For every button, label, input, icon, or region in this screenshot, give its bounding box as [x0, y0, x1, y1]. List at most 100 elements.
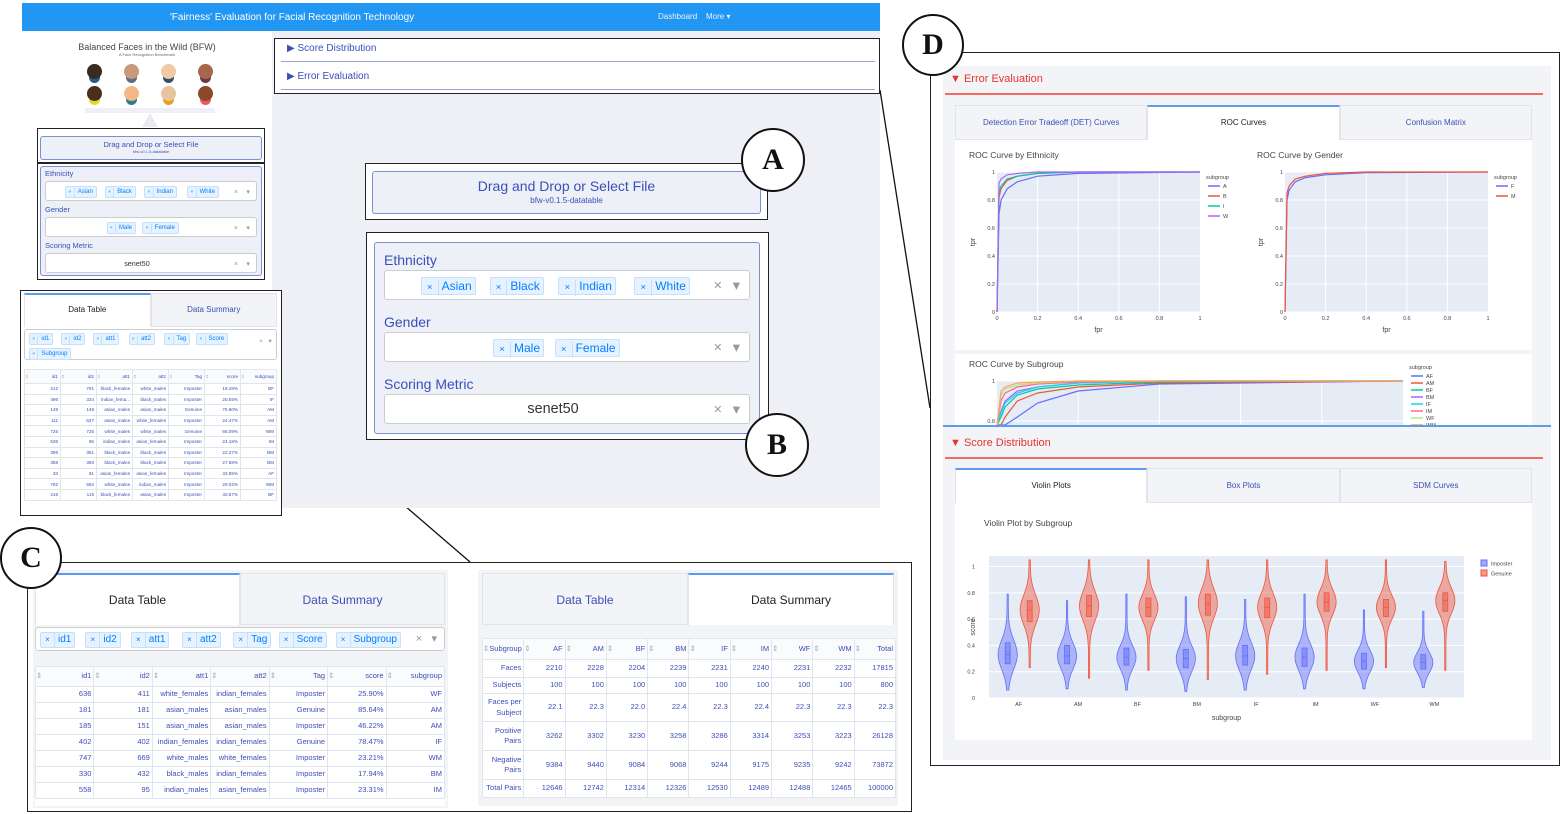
column-header-att2[interactable]: ⇕ att2 — [132, 369, 169, 384]
remove-chip-icon[interactable]: × — [145, 187, 154, 198]
remove-chip-icon[interactable]: × — [491, 280, 508, 296]
sort-icon[interactable]: ⇕ — [607, 644, 613, 653]
chevron-down-icon[interactable]: ▾ — [733, 278, 740, 293]
column-header-subgroup[interactable]: ⇕ subgroup — [240, 369, 277, 384]
column-header-wf[interactable]: ⇕ WF — [771, 638, 814, 660]
tab-confusion-matrix[interactable]: Confusion Matrix — [1339, 105, 1532, 140]
columns-multiselect-small[interactable]: × id1 × id2 × att1 × att2 × Tag × Score × Subgroup × ▾ — [24, 329, 277, 360]
sort-icon[interactable]: ⇕ — [169, 374, 173, 379]
legend-label[interactable]: IM — [1426, 409, 1433, 415]
column-header-score[interactable]: ⇕ score — [327, 666, 387, 687]
chevron-down-icon[interactable]: ▾ — [269, 338, 272, 346]
column-header-if[interactable]: ⇕ IF — [688, 638, 731, 660]
legend-label[interactable]: M — [1511, 194, 1516, 200]
legend-label[interactable]: I — [1223, 204, 1225, 210]
tab-box-plots[interactable]: Box Plots — [1147, 468, 1340, 503]
remove-chip-icon[interactable]: × — [183, 633, 197, 647]
remove-chip-icon[interactable]: × — [86, 633, 101, 647]
column-header-subgroup[interactable]: ⇕ subgroup — [385, 666, 446, 687]
upload-dropzone-large[interactable]: Drag and Drop or Select File bfw-v0.1.5-… — [372, 171, 761, 214]
section-score-distribution[interactable]: ▶ Score Distribution — [287, 43, 376, 54]
filter-select-gender[interactable]: × Male × Female × ▾ — [45, 216, 257, 237]
filter-select-ethnicity[interactable]: × Asian × Black × Indian × White × ▾ — [384, 270, 750, 300]
chevron-down-icon[interactable]: ▾ — [431, 634, 437, 645]
column-header-tag[interactable]: ⇕ Tag — [268, 666, 329, 687]
remove-chip-icon[interactable]: × — [165, 335, 174, 345]
remove-chip-icon[interactable]: × — [559, 280, 577, 296]
chevron-down-icon[interactable]: ▾ — [733, 340, 740, 355]
legend-label[interactable]: Genuine — [1491, 572, 1512, 578]
sort-icon[interactable]: ⇕ — [566, 644, 572, 653]
filter-select-ethnicity[interactable]: × Asian × Black × Indian × White × ▾ — [45, 180, 257, 201]
sort-icon[interactable]: ⇕ — [772, 644, 778, 653]
remove-chip-icon[interactable]: × — [41, 633, 55, 647]
column-header-att1[interactable]: ⇕ att1 — [151, 666, 212, 687]
remove-chip-icon[interactable]: × — [422, 280, 439, 296]
remove-chip-icon[interactable]: × — [197, 335, 206, 345]
column-header-att2[interactable]: ⇕ att2 — [210, 666, 270, 687]
clear-icon[interactable]: × — [714, 340, 722, 355]
column-header-im[interactable]: ⇕ IM — [729, 638, 773, 660]
columns-multiselect[interactable]: × id1 × id2 × att1 × att2 × Tag × Score × Subgroup × ▾ — [35, 627, 445, 651]
legend-label[interactable]: AF — [1426, 374, 1434, 380]
legend-label[interactable]: WF — [1426, 416, 1435, 422]
sort-icon[interactable]: ⇕ — [387, 672, 393, 681]
remove-chip-icon[interactable]: × — [130, 335, 138, 345]
sort-icon[interactable]: ⇕ — [328, 672, 334, 681]
column-header-id2[interactable]: ⇕ id2 — [60, 369, 97, 384]
remove-chip-icon[interactable]: × — [108, 223, 116, 234]
nav-more-dropdown[interactable]: More ▾ — [706, 12, 730, 21]
tab-data-table[interactable]: Data Table — [482, 573, 688, 625]
remove-chip-icon[interactable]: × — [66, 187, 75, 198]
sort-icon[interactable]: ⇕ — [855, 644, 861, 653]
sort-icon[interactable]: ⇕ — [97, 374, 101, 379]
sort-icon[interactable]: ⇕ — [36, 672, 42, 681]
column-header-total[interactable]: ⇕ Total — [853, 638, 897, 660]
column-header-subgroup[interactable]: ⇕ Subgroup — [481, 638, 525, 660]
remove-chip-icon[interactable]: × — [556, 342, 573, 358]
legend-label[interactable]: AM — [1426, 381, 1435, 387]
filter-select-metric[interactable]: senet50 × ▾ — [45, 252, 257, 273]
column-header-af[interactable]: ⇕ AF — [523, 638, 566, 660]
column-header-wm[interactable]: ⇕ WM — [812, 638, 855, 660]
legend-label[interactable]: BM — [1426, 395, 1435, 401]
legend-label[interactable]: F — [1511, 184, 1515, 190]
legend-label[interactable]: W — [1223, 214, 1229, 220]
sort-icon[interactable]: ⇕ — [211, 672, 217, 681]
column-header-bf[interactable]: ⇕ BF — [605, 638, 649, 660]
remove-chip-icon[interactable]: × — [132, 633, 146, 647]
sort-icon[interactable]: ⇕ — [524, 644, 530, 653]
remove-chip-icon[interactable]: × — [234, 633, 249, 647]
tab-data-table[interactable]: Data Table — [24, 293, 151, 327]
column-header-id1[interactable]: ⇕ id1 — [24, 369, 61, 384]
clear-icon[interactable]: × — [234, 188, 238, 195]
remove-chip-icon[interactable]: × — [188, 187, 197, 198]
column-header-bm[interactable]: ⇕ BM — [647, 638, 690, 660]
sort-icon[interactable]: ⇕ — [689, 644, 695, 653]
tab-data-summary[interactable]: Data Summary — [150, 293, 277, 327]
remove-chip-icon[interactable]: × — [143, 223, 152, 234]
column-header-score[interactable]: ⇕ score — [204, 369, 241, 384]
tab-data-table[interactable]: Data Table — [35, 573, 240, 625]
filter-select-gender[interactable]: × Male × Female × ▾ — [384, 332, 750, 362]
sort-icon[interactable]: ⇕ — [133, 374, 137, 379]
sort-icon[interactable]: ⇕ — [25, 374, 29, 379]
clear-icon[interactable]: × — [234, 224, 238, 231]
tab-sdm-curves[interactable]: SDM Curves — [1339, 468, 1532, 503]
legend-label[interactable]: BF — [1426, 388, 1434, 394]
sort-icon[interactable]: ⇕ — [205, 374, 209, 379]
tab-violin-plots[interactable]: Violin Plots — [955, 468, 1148, 503]
upload-dropzone-small[interactable]: Drag and Drop or Select File bfw-v0.1.5-… — [40, 136, 262, 160]
sort-icon[interactable]: ⇕ — [241, 374, 245, 379]
remove-chip-icon[interactable]: × — [280, 633, 294, 647]
sort-icon[interactable]: ⇕ — [731, 644, 737, 653]
sort-icon[interactable]: ⇕ — [270, 672, 276, 681]
tab-data-summary[interactable]: Data Summary — [240, 573, 445, 625]
column-header-id2[interactable]: ⇕ id2 — [93, 666, 153, 687]
chevron-down-icon[interactable]: ▾ — [246, 260, 250, 267]
clear-icon[interactable]: × — [416, 634, 422, 645]
remove-chip-icon[interactable]: × — [635, 280, 653, 296]
column-header-tag[interactable]: ⇕ Tag — [168, 369, 205, 384]
clear-icon[interactable]: × — [234, 260, 238, 267]
remove-chip-icon[interactable]: × — [106, 187, 115, 198]
